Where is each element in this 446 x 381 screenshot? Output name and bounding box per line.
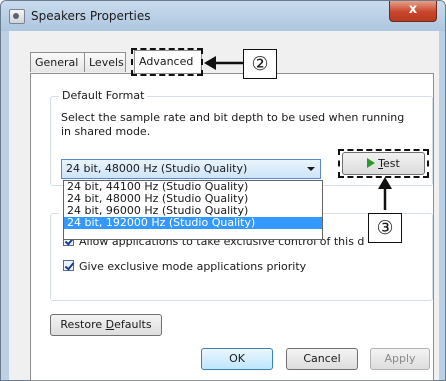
apply-button[interactable]: Apply — [370, 348, 430, 370]
default-format-title: Default Format — [59, 89, 148, 102]
tab-levels[interactable]: Levels — [84, 52, 126, 72]
option-192000[interactable]: 24 bit, 192000 Hz (Studio Quality) — [64, 217, 322, 229]
sample-rate-selected: 24 bit, 48000 Hz (Studio Quality) — [66, 162, 248, 175]
exclusive-priority-label: Give exclusive mode applications priorit… — [79, 260, 307, 273]
exclusive-priority-checkbox[interactable] — [63, 260, 74, 271]
speaker-app-icon — [9, 9, 25, 24]
restore-defaults-button[interactable]: Restore Defaults — [50, 314, 162, 336]
restore-label-pre: Restore — [60, 318, 106, 331]
callout-3: ③ — [368, 213, 402, 243]
sample-rate-options-list[interactable]: 24 bit, 44100 Hz (Studio Quality) 24 bit… — [63, 180, 323, 240]
default-format-description: Select the sample rate and bit depth to … — [61, 111, 405, 138]
test-button-highlight — [338, 149, 429, 178]
restore-label-post: efaults — [114, 318, 152, 331]
exclusive-priority-checkbox-row[interactable]: Give exclusive mode applications priorit… — [63, 260, 306, 273]
sample-rate-dropdown[interactable]: 24 bit, 48000 Hz (Studio Quality) — [61, 159, 321, 179]
title-bar[interactable]: Speakers Properties x — [1, 1, 445, 31]
chevron-down-icon[interactable] — [307, 167, 315, 171]
cancel-button[interactable]: Cancel — [286, 348, 358, 370]
tab-general[interactable]: General — [30, 52, 85, 72]
callout-2: ② — [243, 49, 277, 79]
ok-button[interactable]: OK — [201, 348, 273, 370]
close-button[interactable]: x — [389, 1, 437, 22]
window-title: Speakers Properties — [31, 9, 151, 23]
advanced-tab-highlight — [131, 48, 203, 76]
restore-label-mnemonic: D — [105, 318, 115, 331]
